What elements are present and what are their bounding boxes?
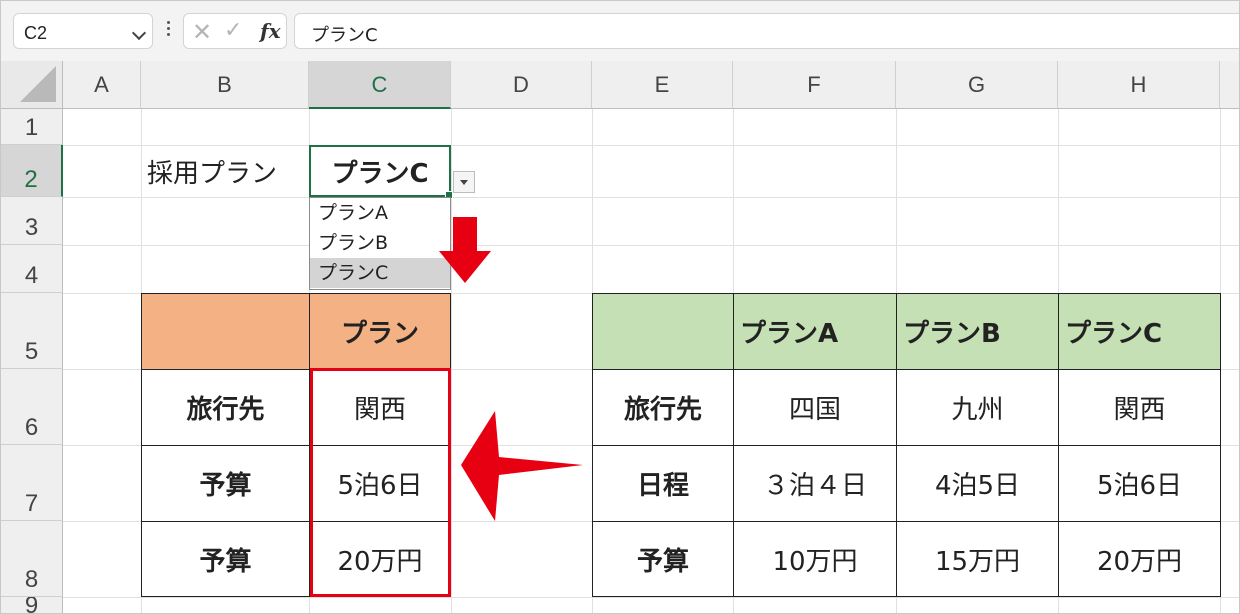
formula-buttons: ✕ ✓ fx <box>183 13 287 49</box>
row-header-2[interactable]: 2 <box>1 145 63 197</box>
dropdown-option-plan-c[interactable]: プランC <box>310 258 450 288</box>
column-header-f[interactable]: F <box>733 61 896 109</box>
column-header-h[interactable]: H <box>1058 61 1220 109</box>
select-all-icon <box>20 66 56 102</box>
gridline <box>451 109 452 613</box>
row-header-3[interactable]: 3 <box>1 197 63 245</box>
cell-c2-value: プランC <box>331 158 429 189</box>
formula-bar: C2 ✕ ✓ fx プランC <box>1 1 1239 61</box>
enter-icon[interactable]: ✓ <box>224 18 242 43</box>
arrow-left-icon <box>461 411 583 521</box>
left-table-header[interactable]: プラン <box>309 293 451 370</box>
left-table-corner[interactable] <box>141 293 310 370</box>
cell-b2[interactable]: 採用プラン <box>141 145 309 197</box>
column-header-b[interactable]: B <box>141 61 309 109</box>
dropdown-option-plan-a[interactable]: プランA <box>310 198 450 228</box>
formula-value: プランC <box>311 25 378 46</box>
right-table-cell[interactable]: 四国 <box>733 369 897 446</box>
right-table-cell[interactable]: 5泊6日 <box>1058 445 1221 522</box>
column-header-a[interactable]: A <box>63 61 141 109</box>
gridline <box>63 597 1239 598</box>
cancel-icon[interactable]: ✕ <box>192 18 212 46</box>
column-header-d[interactable]: D <box>451 61 592 109</box>
chevron-down-icon[interactable] <box>131 25 147 41</box>
right-table-corner[interactable] <box>592 293 734 370</box>
formula-input[interactable]: プランC <box>294 13 1239 49</box>
row-header-9[interactable]: 9 <box>1 597 63 613</box>
cell-c2[interactable]: プランC <box>309 145 453 199</box>
excel-window: C2 ✕ ✓ fx プランC A B C D E F G H 1 2 3 4 5… <box>0 0 1240 614</box>
right-table-label-budget[interactable]: 予算 <box>592 521 734 597</box>
right-table-cell[interactable]: 4泊5日 <box>896 445 1059 522</box>
insert-function-icon[interactable]: fx <box>260 19 281 43</box>
left-table-label-budget[interactable]: 予算 <box>141 521 310 597</box>
right-table-header-plan-a[interactable]: プランA <box>733 293 897 370</box>
dropdown-button[interactable] <box>453 171 475 193</box>
row-header-4[interactable]: 4 <box>1 245 63 293</box>
right-table-label-destination[interactable]: 旅行先 <box>592 369 734 446</box>
column-header-e[interactable]: E <box>592 61 733 109</box>
gridline <box>63 245 1239 246</box>
right-table-cell[interactable]: ３泊４日 <box>733 445 897 522</box>
row-header-5[interactable]: 5 <box>1 293 63 369</box>
column-header-i[interactable] <box>1220 61 1239 109</box>
name-box[interactable]: C2 <box>13 13 153 49</box>
left-table-label-row7[interactable]: 予算 <box>141 445 310 522</box>
highlight-box <box>310 368 451 597</box>
column-header-c[interactable]: C <box>309 61 451 109</box>
row-header-7[interactable]: 7 <box>1 445 63 521</box>
row-header-1[interactable]: 1 <box>1 109 63 145</box>
right-table-cell[interactable]: 10万円 <box>733 521 897 597</box>
row-header-8[interactable]: 8 <box>1 521 63 597</box>
right-table-cell[interactable]: 九州 <box>896 369 1059 446</box>
right-table-cell[interactable]: 15万円 <box>896 521 1059 597</box>
dropdown-arrow-icon <box>460 180 468 185</box>
dropdown-option-plan-b[interactable]: プランB <box>310 228 450 258</box>
arrow-down-icon <box>439 217 491 283</box>
column-header-g[interactable]: G <box>896 61 1058 109</box>
row-header-6[interactable]: 6 <box>1 369 63 445</box>
right-table-cell[interactable]: 関西 <box>1058 369 1221 446</box>
right-table-label-schedule[interactable]: 日程 <box>592 445 734 522</box>
more-options-icon[interactable] <box>167 21 171 41</box>
left-table-label-destination[interactable]: 旅行先 <box>141 369 310 446</box>
right-table-header-plan-c[interactable]: プランC <box>1058 293 1221 370</box>
gridline <box>63 197 1239 198</box>
name-box-value: C2 <box>24 23 48 43</box>
right-table-header-plan-b[interactable]: プランB <box>896 293 1059 370</box>
right-table-cell[interactable]: 20万円 <box>1058 521 1221 597</box>
dropdown-list: プランA プランB プランC <box>309 197 451 290</box>
select-all-corner[interactable] <box>1 61 63 109</box>
